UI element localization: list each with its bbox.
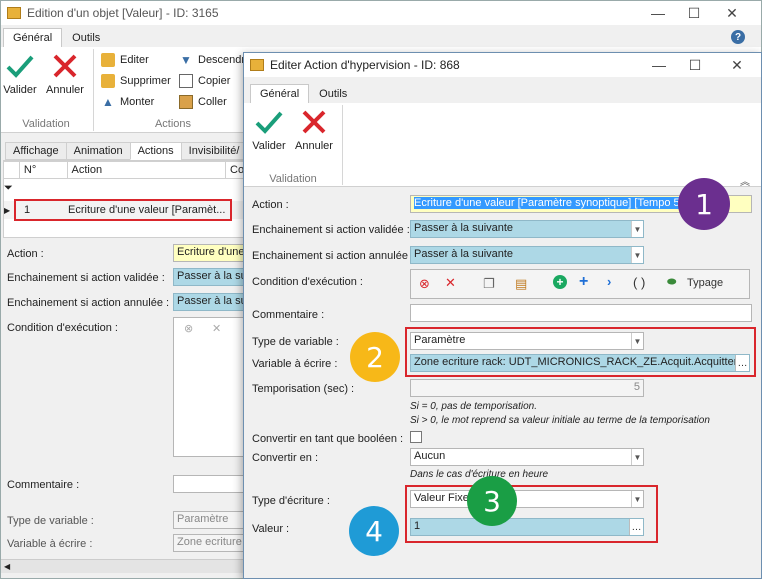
dialog-cancel-button[interactable]: Annuler: [294, 107, 334, 152]
scroll-left-icon[interactable]: ◀: [4, 562, 10, 571]
minimize-icon[interactable]: —: [641, 1, 675, 25]
chevron-right-icon[interactable]: ›: [607, 274, 611, 289]
clear-condition-icon[interactable]: ⊗: [419, 276, 430, 292]
grid-header-co[interactable]: Co: [226, 162, 244, 178]
dialog-validate-button[interactable]: Valider: [252, 107, 286, 152]
dialog-ribbon-tabs: Général Outils: [250, 84, 357, 104]
maximize-icon[interactable]: ☐: [677, 1, 711, 25]
chevron-down-icon[interactable]: ▼: [631, 221, 643, 237]
grid-header-num[interactable]: N°: [20, 162, 68, 178]
cross-icon: [53, 54, 77, 78]
back-var-type-combo[interactable]: Paramètre: [173, 511, 245, 529]
grid-header: N° Action Co: [3, 161, 245, 179]
paste-button[interactable]: Coller: [179, 95, 227, 109]
folder-delete-icon: [101, 74, 115, 88]
back-comment-field[interactable]: [173, 475, 245, 493]
tab-general[interactable]: Général: [3, 28, 63, 48]
subtab-actions[interactable]: Actions: [129, 142, 182, 160]
clear-icon[interactable]: ⊗: [184, 322, 193, 335]
copy-icon: [179, 74, 193, 88]
horizontal-scrollbar[interactable]: ◀: [1, 559, 245, 573]
app-icon: [7, 7, 21, 19]
edit-button[interactable]: Editer: [101, 53, 149, 67]
comment-field[interactable]: [410, 304, 752, 322]
highlight-value-box: [405, 485, 658, 543]
group-validation-caption: Validation: [22, 118, 70, 130]
typage-button[interactable]: Typage: [687, 277, 723, 289]
on-valid-combo[interactable]: Passer à la suivante ▼: [410, 220, 644, 238]
delete-icon[interactable]: ✕: [212, 322, 221, 335]
chevron-up-icon: ▲: [102, 95, 114, 109]
subtab-affichage[interactable]: Affichage: [5, 142, 67, 160]
chevron-down-icon[interactable]: ▼: [631, 449, 643, 465]
folder-edit-icon: [101, 53, 115, 67]
dialog-title: Editer Action d'hypervision - ID: 868: [270, 58, 460, 72]
copy-button[interactable]: Copier: [179, 74, 230, 88]
add-circle-icon[interactable]: +: [553, 275, 567, 289]
down-button[interactable]: ▼ Descendre: [179, 53, 251, 67]
cross-icon: [302, 110, 326, 134]
up-button[interactable]: ▲ Monter: [101, 95, 154, 109]
badge-1: 1: [678, 178, 730, 230]
badge-2: 2: [350, 332, 400, 382]
highlight-row-box: [14, 199, 232, 221]
delete-button[interactable]: Supprimer: [101, 74, 171, 88]
dialog-close-icon[interactable]: ✕: [720, 53, 754, 77]
grid-header-action[interactable]: Action: [68, 162, 226, 178]
condition-toolbar: ⊗ ✕ ❐ ▤ + + › ( ) ⬬ Typage: [410, 269, 750, 299]
paste-condition-icon[interactable]: ▤: [515, 276, 527, 292]
close-icon[interactable]: ✕: [715, 1, 749, 25]
bool-checkbox[interactable]: [410, 431, 422, 443]
chevron-down-icon: ▼: [180, 53, 192, 67]
dialog-tab-outils[interactable]: Outils: [309, 84, 357, 104]
highlight-variable-box: [405, 327, 756, 377]
subtab-animation[interactable]: Animation: [65, 142, 131, 160]
group-actions-caption: Actions: [154, 118, 192, 130]
badge-3: 3: [467, 476, 517, 526]
validate-button[interactable]: Valider: [3, 51, 37, 96]
help-icon[interactable]: ?: [731, 30, 745, 44]
tempo-field[interactable]: 5: [410, 379, 644, 397]
typage-icon: ⬬: [667, 276, 677, 288]
back-condition-box[interactable]: ⊗ ✕: [173, 317, 245, 457]
cancel-button[interactable]: Annuler: [45, 51, 85, 96]
collapse-ribbon-icon[interactable]: ︽: [740, 173, 750, 188]
chevron-down-icon[interactable]: ▼: [631, 247, 643, 263]
paste-icon: [179, 95, 193, 109]
copy-condition-icon[interactable]: ❐: [483, 276, 495, 292]
subtab-invisibilite[interactable]: Invisibilité/: [180, 142, 248, 160]
badge-4: 4: [349, 506, 399, 556]
check-icon: [255, 111, 283, 134]
dialog-ribbon: Valider Annuler Validation ︽: [244, 103, 761, 188]
on-cancel-combo[interactable]: Passer à la suivante ▼: [410, 246, 644, 264]
dialog-minimize-icon[interactable]: —: [642, 53, 676, 77]
back-action-field[interactable]: Ecriture d'une v: [173, 244, 245, 262]
back-on-cancel-combo[interactable]: Passer à la suiv: [173, 293, 245, 311]
parentheses-icon[interactable]: ( ): [633, 275, 645, 290]
tab-outils[interactable]: Outils: [62, 28, 110, 48]
filter-icon[interactable]: ⏷: [4, 182, 13, 195]
back-ribbon-tabs: Général Outils: [3, 28, 110, 48]
dialog-tab-general[interactable]: Général: [250, 84, 310, 104]
convert-combo[interactable]: Aucun ▼: [410, 448, 644, 466]
dialog-maximize-icon[interactable]: ☐: [678, 53, 712, 77]
dialog-group-validation: Validation: [269, 173, 317, 185]
delete-condition-icon[interactable]: ✕: [445, 275, 456, 291]
back-on-valid-combo[interactable]: Passer à la suiv: [173, 268, 245, 286]
add-icon[interactable]: +: [579, 273, 588, 291]
back-var-write-field[interactable]: Zone ecriture: [173, 534, 245, 552]
folder-icon: [250, 59, 264, 71]
back-window-title: Edition d'un objet [Valeur] - ID: 3165: [27, 6, 219, 20]
back-sub-tabs: Affichage Animation Actions Invisibilité…: [5, 142, 248, 160]
check-icon: [6, 55, 34, 78]
